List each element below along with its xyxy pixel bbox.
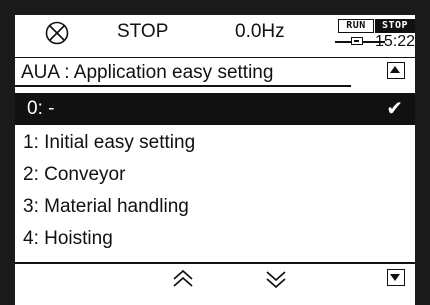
list-item-3[interactable]: 3: Material handling bbox=[15, 191, 415, 223]
scroll-up-icon[interactable] bbox=[387, 62, 405, 79]
double-chevron-down-icon[interactable] bbox=[264, 267, 288, 291]
drive-state: STOP bbox=[117, 21, 169, 42]
clock: 15:22 bbox=[335, 33, 415, 51]
output-frequency: 0.0Hz bbox=[235, 21, 285, 42]
list-item-0[interactable]: 0: - ✔ bbox=[15, 93, 415, 125]
status-bar: STOP 0.0Hz RUN STOP 15:22 bbox=[15, 15, 415, 57]
title-underline bbox=[15, 85, 351, 87]
stop-circle-icon bbox=[45, 21, 69, 45]
page-title: AUA : Application easy setting bbox=[21, 62, 274, 83]
run-badge: RUN bbox=[338, 19, 374, 33]
list-item-1[interactable]: 1: Initial easy setting bbox=[15, 127, 415, 159]
list-item-label: 4: Hoisting bbox=[23, 228, 113, 249]
list-item-label: 0: - bbox=[27, 98, 55, 119]
scroll-down-icon[interactable] bbox=[387, 269, 405, 286]
battery-icon bbox=[351, 37, 363, 45]
checkmark-icon: ✔ bbox=[386, 98, 403, 120]
footer-divider bbox=[15, 262, 415, 264]
list-item-label: 2: Conveyor bbox=[23, 164, 126, 185]
list-item-label: 3: Material handling bbox=[23, 196, 189, 217]
lcd-screen: STOP 0.0Hz RUN STOP 15:22 AUA : Applicat… bbox=[15, 15, 415, 305]
list-item-4[interactable]: 4: Hoisting bbox=[15, 223, 415, 255]
list-item-label: 1: Initial easy setting bbox=[23, 132, 196, 153]
double-chevron-up-icon[interactable] bbox=[171, 267, 195, 291]
stop-badge: STOP bbox=[375, 19, 415, 33]
clock-time: 15:22 bbox=[374, 33, 415, 50]
menu-title-bar: AUA : Application easy setting bbox=[15, 57, 415, 88]
list-item-2[interactable]: 2: Conveyor bbox=[15, 159, 415, 191]
